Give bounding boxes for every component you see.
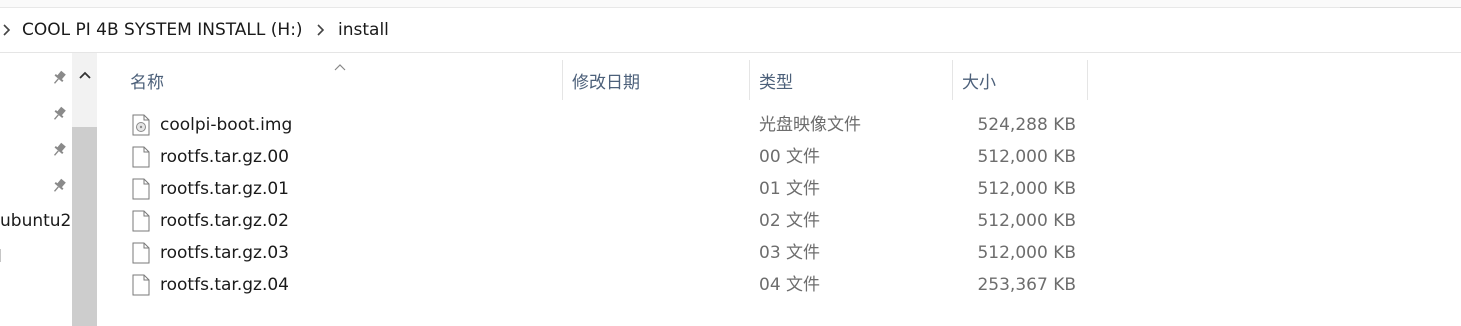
disc-image-icon xyxy=(132,114,150,136)
file-row[interactable]: rootfs.tar.gz.04 04 文件 253,367 KB xyxy=(120,269,1090,301)
column-header-size[interactable]: 大小 xyxy=(952,60,1087,100)
column-divider[interactable] xyxy=(1087,60,1088,100)
file-name: rootfs.tar.gz.03 xyxy=(160,243,289,263)
pin-icon[interactable] xyxy=(50,177,68,195)
file-type: 03 文件 xyxy=(759,243,821,263)
chevron-up-icon[interactable] xyxy=(72,53,97,97)
column-header-type[interactable]: 类型 xyxy=(749,60,952,100)
scroll-thumb[interactable] xyxy=(72,127,97,326)
file-name: rootfs.tar.gz.00 xyxy=(160,147,289,167)
pin-icon[interactable] xyxy=(50,141,68,159)
window-top-strip xyxy=(0,0,1461,8)
file-type: 04 文件 xyxy=(759,275,821,295)
file-icon xyxy=(132,274,150,296)
file-row[interactable]: rootfs.tar.gz.02 02 文件 512,000 KB xyxy=(120,205,1090,237)
nav-scrollbar[interactable] xyxy=(72,53,97,326)
file-size: 512,000 KB xyxy=(977,243,1076,263)
file-size: 524,288 KB xyxy=(977,115,1076,135)
breadcrumb[interactable]: COOL PI 4B SYSTEM INSTALL (H:) install xyxy=(0,8,1461,53)
breadcrumb-item-drive[interactable]: COOL PI 4B SYSTEM INSTALL (H:) xyxy=(22,8,303,52)
file-size: 512,000 KB xyxy=(977,211,1076,231)
file-type: 光盘映像文件 xyxy=(759,115,861,135)
column-header-modified[interactable]: 修改日期 xyxy=(562,60,749,100)
file-type: 01 文件 xyxy=(759,179,821,199)
file-size: 512,000 KB xyxy=(977,179,1076,199)
pin-icon[interactable] xyxy=(50,69,68,87)
chevron-right-icon[interactable] xyxy=(2,22,12,38)
chevron-right-icon[interactable] xyxy=(316,22,326,38)
file-name: rootfs.tar.gz.04 xyxy=(160,275,289,295)
file-row[interactable]: coolpi-boot.img 光盘映像文件 524,288 KB xyxy=(120,109,1090,141)
navigation-pane[interactable]: ubuntu2 d xyxy=(0,53,98,326)
file-name: rootfs.tar.gz.02 xyxy=(160,211,289,231)
file-name: coolpi-boot.img xyxy=(160,115,293,135)
file-row[interactable]: rootfs.tar.gz.00 00 文件 512,000 KB xyxy=(120,141,1090,173)
file-icon xyxy=(132,146,150,168)
nav-item-d[interactable]: d xyxy=(0,246,72,268)
file-icon xyxy=(132,210,150,232)
pin-icon[interactable] xyxy=(50,105,68,123)
file-size: 253,367 KB xyxy=(977,275,1076,295)
breadcrumb-item-install[interactable]: install xyxy=(338,8,389,52)
file-type: 02 文件 xyxy=(759,211,821,231)
file-row[interactable]: rootfs.tar.gz.01 01 文件 512,000 KB xyxy=(120,173,1090,205)
file-icon xyxy=(132,242,150,264)
file-size: 512,000 KB xyxy=(977,147,1076,167)
column-header-name[interactable]: 名称 xyxy=(120,60,562,100)
file-name: rootfs.tar.gz.01 xyxy=(160,179,289,199)
file-row[interactable]: rootfs.tar.gz.03 03 文件 512,000 KB xyxy=(120,237,1090,269)
nav-item-ubuntu[interactable]: ubuntu2 xyxy=(0,210,72,232)
file-type: 00 文件 xyxy=(759,147,821,167)
file-icon xyxy=(132,178,150,200)
